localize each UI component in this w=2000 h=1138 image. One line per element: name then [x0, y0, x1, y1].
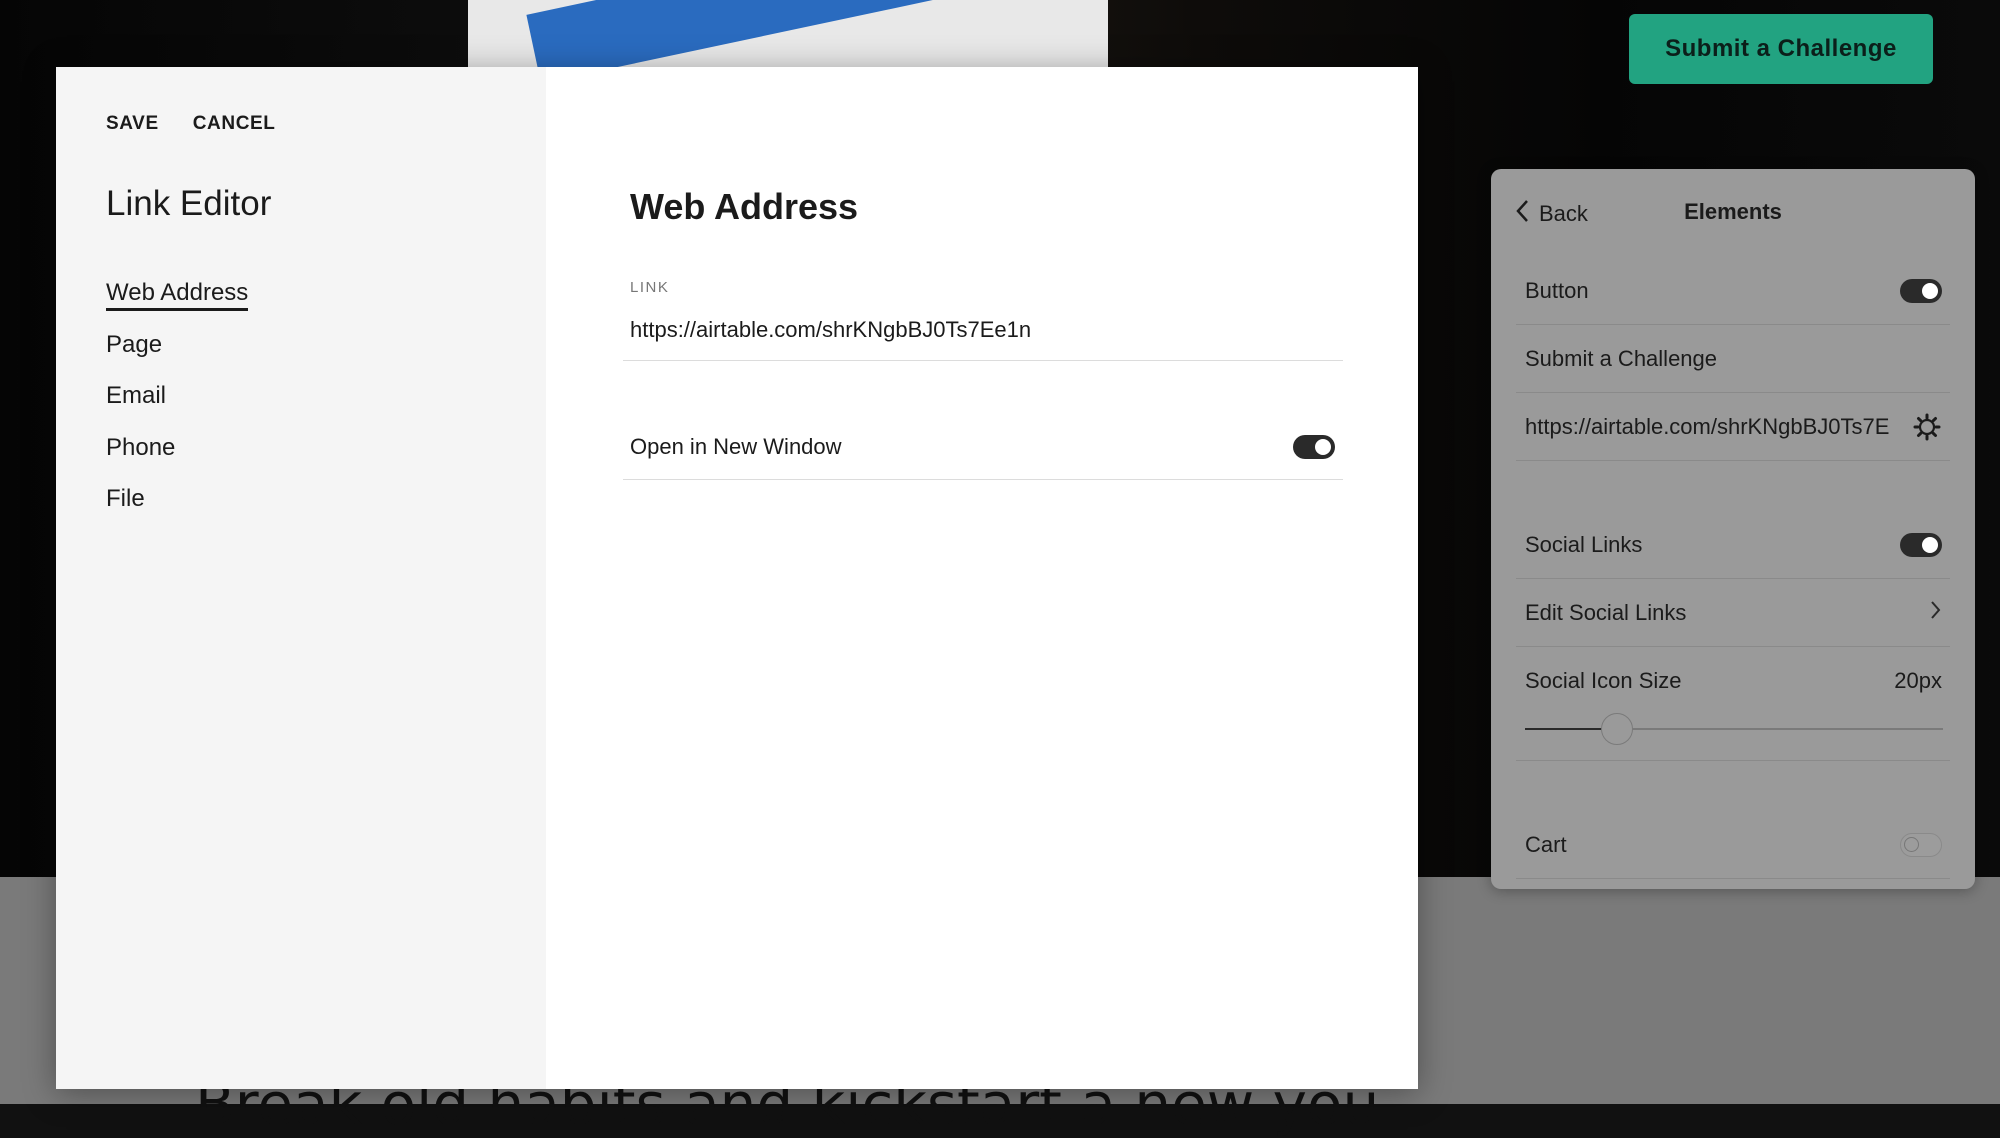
nav-item-label: Phone [106, 433, 176, 461]
divider [1516, 760, 1950, 761]
nav-item-web-address[interactable]: Web Address [106, 279, 249, 331]
link-editor-sidebar: SAVE CANCEL Link Editor Web Address Page… [56, 67, 546, 1089]
button-url-row[interactable]: https://airtable.com/shrKNgbBJ0Ts7E [1516, 393, 1950, 461]
edit-social-links-label: Edit Social Links [1525, 599, 1687, 625]
web-address-title: Web Address [630, 186, 859, 227]
modal-actions: SAVE CANCEL [106, 113, 276, 135]
link-type-nav: Web Address Page Email Phone File [106, 279, 249, 537]
link-editor-title: Link Editor [106, 184, 272, 223]
chevron-left-icon [1515, 199, 1529, 229]
link-url-input[interactable] [623, 299, 1343, 361]
save-button[interactable]: SAVE [106, 113, 159, 135]
button-toggle[interactable] [1900, 278, 1942, 303]
social-links-toggle[interactable] [1900, 532, 1942, 557]
link-editor-modal: SAVE CANCEL Link Editor Web Address Page… [56, 67, 1418, 1089]
nav-item-label: Web Address [106, 279, 249, 311]
button-text-row[interactable]: Submit a Challenge [1516, 325, 1950, 393]
social-links-label: Social Links [1525, 531, 1643, 557]
chevron-right-icon [1930, 599, 1942, 627]
cart-toggle[interactable] [1900, 832, 1942, 857]
social-icon-size-row: Social Icon Size 20px [1516, 647, 1950, 715]
nav-item-phone[interactable]: Phone [106, 434, 248, 486]
cart-label: Cart [1525, 831, 1567, 857]
elements-panel: Elements Back Button Submit a Challenge … [1491, 169, 1975, 889]
social-icon-size-label: Social Icon Size [1525, 668, 1682, 693]
button-url-value: https://airtable.com/shrKNgbBJ0Ts7E [1525, 413, 1890, 439]
button-text-value: Submit a Challenge [1525, 345, 1718, 371]
button-label: Button [1525, 277, 1589, 303]
submit-challenge-button[interactable]: Submit a Challenge [1629, 14, 1933, 84]
open-new-window-label: Open in New Window [630, 433, 842, 459]
open-new-window-toggle[interactable] [1293, 434, 1335, 459]
back-label: Back [1539, 201, 1588, 226]
social-icon-size-slider[interactable] [1525, 713, 1943, 745]
link-field-label: LINK [630, 279, 670, 296]
panel-header: Elements Back [1515, 199, 1951, 231]
nav-item-label: File [106, 485, 145, 512]
nav-item-label: Email [106, 382, 167, 409]
cancel-button[interactable]: CANCEL [193, 113, 276, 135]
button-toggle-row: Button [1516, 257, 1950, 325]
nav-item-file[interactable]: File [106, 485, 248, 537]
gear-icon[interactable] [1912, 412, 1942, 442]
nav-item-page[interactable]: Page [106, 331, 248, 383]
nav-item-label: Page [106, 330, 163, 358]
back-button[interactable]: Back [1515, 199, 1588, 229]
edit-social-links-row[interactable]: Edit Social Links [1516, 579, 1950, 647]
slider-thumb[interactable] [1600, 713, 1633, 745]
nav-item-email[interactable]: Email [106, 382, 248, 434]
social-links-toggle-row: Social Links [1516, 511, 1950, 579]
social-icon-size-value: 20px [1894, 668, 1942, 693]
open-new-window-row: Open in New Window [623, 414, 1343, 480]
cart-toggle-row: Cart [1516, 811, 1950, 879]
